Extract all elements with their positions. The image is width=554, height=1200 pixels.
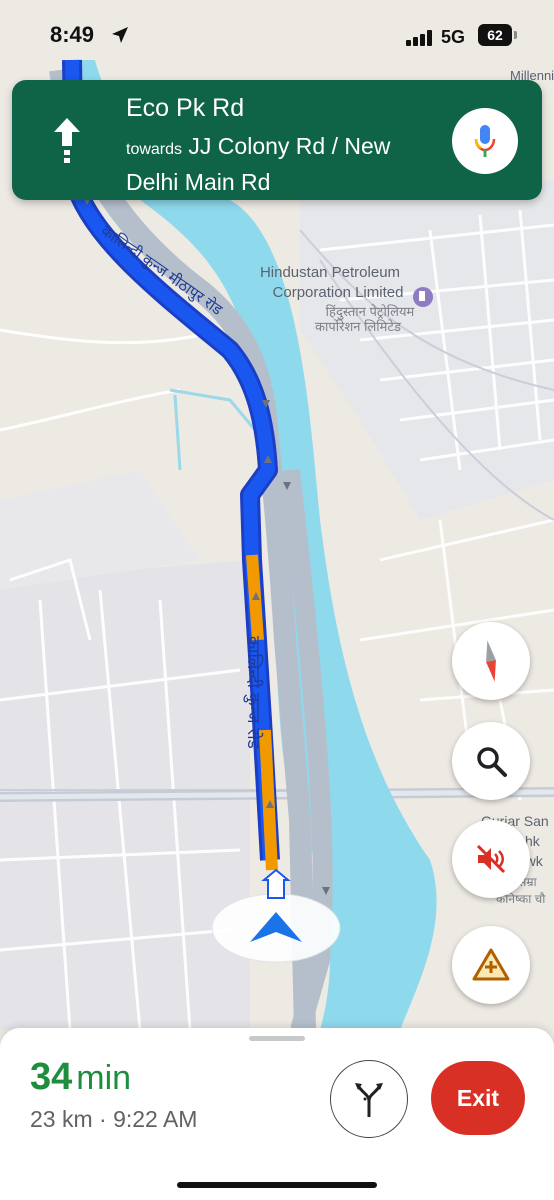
navigation-instruction-card[interactable]: Eco Pk Rd towards JJ Colony Rd / New Del… xyxy=(12,80,542,200)
report-incident-button[interactable] xyxy=(452,926,530,1004)
poi-label-en-2: Corporation Limited xyxy=(273,284,404,301)
mute-button[interactable] xyxy=(452,820,530,898)
current-street-name: Eco Pk Rd xyxy=(126,94,245,122)
alternate-routes-button[interactable] xyxy=(330,1060,408,1138)
trip-distance-arrival: 23 km · 9:22 AM xyxy=(30,1106,198,1132)
road-label-center: कालिन्दी कुन्ज रोड xyxy=(243,636,264,750)
exit-navigation-button[interactable]: Exit xyxy=(431,1061,525,1135)
poi-label-hi-2: कार्पोरेशन लिमिटेड xyxy=(315,319,402,334)
status-time: 8:49 xyxy=(50,22,95,47)
poi-label-hi-1: हिंदुस्तान पेट्रोलियम xyxy=(326,304,415,320)
report-incident-icon xyxy=(472,948,510,981)
towards-line: towards JJ Colony Rd / New Delhi Main Rd xyxy=(126,130,446,198)
battery-tip xyxy=(514,31,517,39)
trip-summary-sheet[interactable]: 34 min 23 km · 9:22 AM Exit xyxy=(0,1028,554,1200)
signal-bars-icon xyxy=(406,30,432,46)
battery-level: 62 xyxy=(478,24,512,46)
compass-button[interactable] xyxy=(452,622,530,700)
network-type: 5G xyxy=(441,27,466,47)
poi-label-en-1: Hindustan Petroleum xyxy=(260,264,400,281)
sheet-drag-handle[interactable] xyxy=(249,1036,305,1041)
home-indicator xyxy=(177,1182,377,1188)
straight-arrow-icon xyxy=(54,118,80,163)
voice-search-button[interactable] xyxy=(452,108,518,174)
location-arrow-icon xyxy=(112,27,128,43)
volume-off-icon xyxy=(476,844,506,874)
status-bar: 8:49 5G 62 xyxy=(0,0,554,74)
search-icon xyxy=(477,747,507,777)
eta-value: 34 xyxy=(30,1056,73,1098)
eta-unit: min xyxy=(76,1059,132,1097)
compass-icon xyxy=(486,640,496,682)
alternate-routes-icon xyxy=(355,1083,383,1117)
search-button[interactable] xyxy=(452,722,530,800)
eta-duration: 34 min xyxy=(30,1056,131,1099)
towards-label: towards xyxy=(126,141,183,158)
microphone-icon xyxy=(474,125,496,157)
